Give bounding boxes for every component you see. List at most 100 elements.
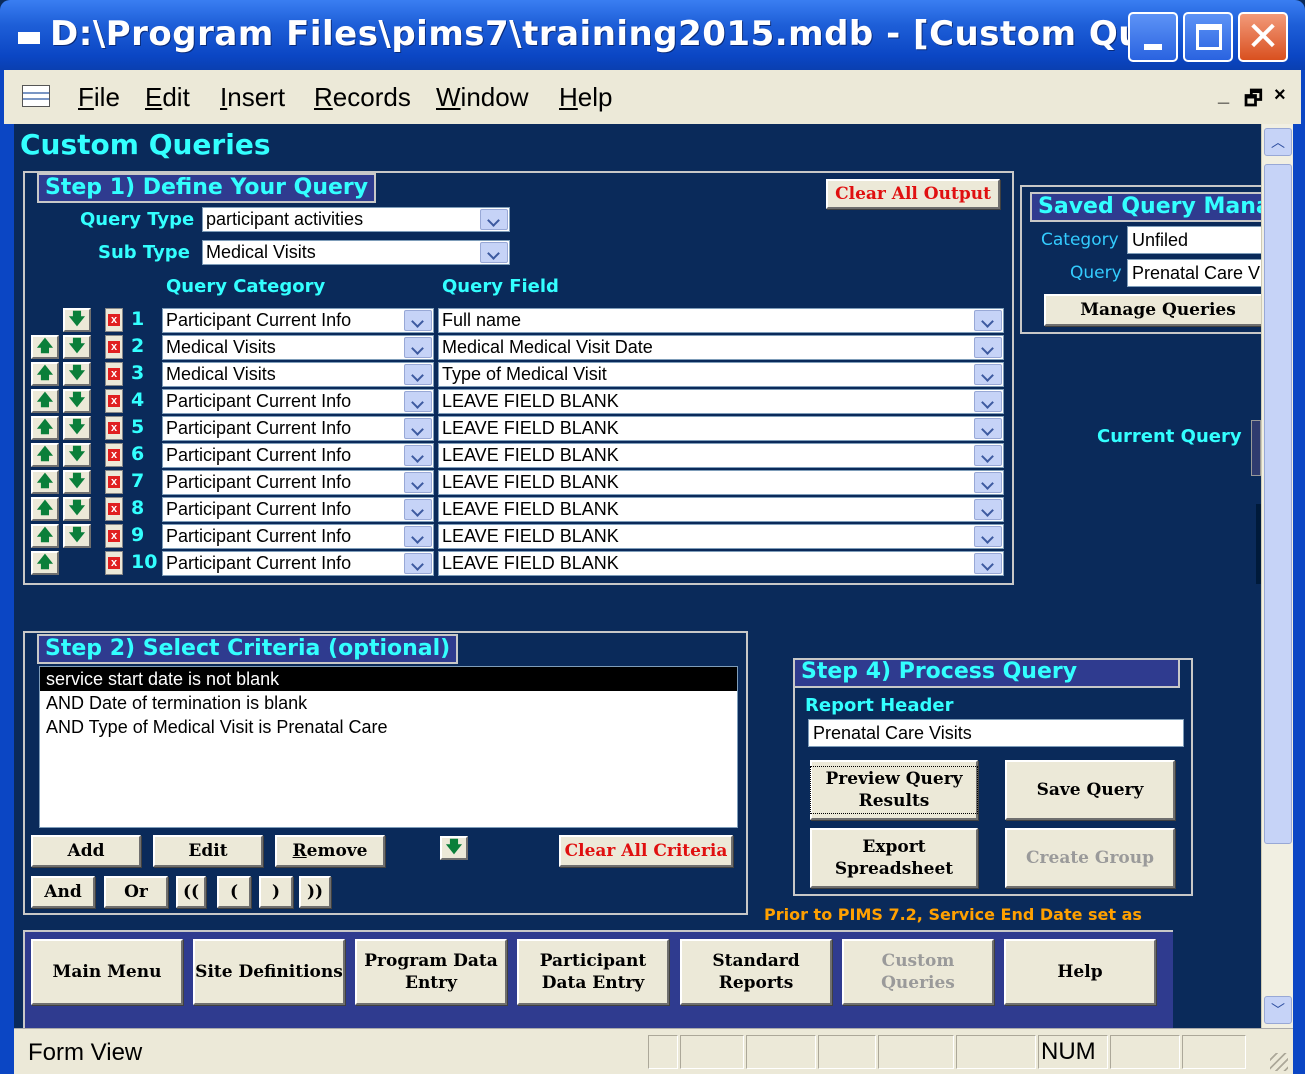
- save-query-button[interactable]: Save Query: [1005, 760, 1175, 820]
- chevron-down-icon[interactable]: [404, 553, 432, 574]
- query-category-select[interactable]: Participant Current Info: [162, 389, 434, 414]
- chevron-down-icon[interactable]: [480, 209, 508, 230]
- query-category-select[interactable]: Participant Current Info: [162, 443, 434, 468]
- edit-criteria-button[interactable]: Edit: [153, 835, 263, 867]
- report-header-field[interactable]: Prenatal Care Visits: [808, 719, 1184, 747]
- chevron-down-icon[interactable]: [404, 445, 432, 466]
- standard-reports-button[interactable]: Standard Reports: [680, 939, 832, 1005]
- mdi-close-button[interactable]: ×: [1274, 84, 1286, 107]
- move-down-button[interactable]: 🡇: [63, 362, 91, 386]
- move-up-button[interactable]: 🡅: [31, 335, 59, 359]
- query-field-select[interactable]: LEAVE FIELD BLANK: [438, 524, 1004, 549]
- query-category-select[interactable]: Medical Visits: [162, 335, 434, 360]
- main-menu-button[interactable]: Main Menu: [31, 939, 183, 1005]
- minimize-button[interactable]: [1128, 12, 1178, 62]
- query-category-select[interactable]: Participant Current Info: [162, 308, 434, 333]
- chevron-down-icon[interactable]: [974, 391, 1002, 412]
- saved-category-field[interactable]: Unfiled: [1127, 226, 1261, 254]
- move-down-button[interactable]: 🡇: [63, 524, 91, 548]
- move-up-button[interactable]: 🡅: [31, 524, 59, 548]
- move-down-button[interactable]: 🡇: [63, 470, 91, 494]
- chevron-down-icon[interactable]: [974, 310, 1002, 331]
- move-down-button[interactable]: 🡇: [440, 836, 468, 860]
- move-up-button[interactable]: 🡅: [31, 389, 59, 413]
- list-item[interactable]: AND Type of Medical Visit is Prenatal Ca…: [40, 715, 737, 739]
- chevron-down-icon[interactable]: [974, 526, 1002, 547]
- scroll-thumb[interactable]: [1264, 164, 1292, 844]
- delete-row-button[interactable]: x: [105, 524, 123, 548]
- delete-row-button[interactable]: x: [105, 470, 123, 494]
- chevron-down-icon[interactable]: [974, 499, 1002, 520]
- criteria-list[interactable]: service start date is not blank AND Date…: [39, 666, 738, 828]
- delete-row-button[interactable]: x: [105, 443, 123, 467]
- chevron-down-icon[interactable]: [974, 445, 1002, 466]
- query-field-select[interactable]: Type of Medical Visit: [438, 362, 1004, 387]
- chevron-down-icon[interactable]: [974, 364, 1002, 385]
- resize-grip-icon[interactable]: [1270, 1053, 1288, 1071]
- open-paren-button[interactable]: (: [217, 876, 251, 908]
- query-field-select[interactable]: LEAVE FIELD BLANK: [438, 551, 1004, 576]
- menu-edit[interactable]: Edit: [145, 82, 190, 113]
- chevron-down-icon[interactable]: [404, 364, 432, 385]
- query-field-select[interactable]: Medical Medical Visit Date: [438, 335, 1004, 360]
- chevron-down-icon[interactable]: [404, 391, 432, 412]
- chevron-down-icon[interactable]: [480, 242, 508, 263]
- menu-insert[interactable]: Insert: [220, 82, 285, 113]
- menu-file[interactable]: File: [78, 82, 120, 113]
- close-paren-button[interactable]: ): [259, 876, 293, 908]
- move-down-button[interactable]: 🡇: [63, 389, 91, 413]
- clear-all-output-button[interactable]: Clear All Output: [826, 179, 1000, 209]
- remove-criteria-button[interactable]: Remove: [275, 835, 385, 867]
- form-icon[interactable]: [22, 85, 50, 107]
- query-category-select[interactable]: Medical Visits: [162, 362, 434, 387]
- move-up-button[interactable]: 🡅: [31, 416, 59, 440]
- system-menu-icon[interactable]: [18, 32, 40, 44]
- chevron-down-icon[interactable]: [974, 472, 1002, 493]
- menu-help[interactable]: Help: [559, 82, 612, 113]
- chevron-down-icon[interactable]: [404, 418, 432, 439]
- chevron-down-icon[interactable]: [404, 337, 432, 358]
- query-field-select[interactable]: Full name: [438, 308, 1004, 333]
- query-field-select[interactable]: LEAVE FIELD BLANK: [438, 389, 1004, 414]
- program-data-entry-button[interactable]: Program Data Entry: [355, 939, 507, 1005]
- or-button[interactable]: Or: [104, 876, 168, 908]
- move-down-button[interactable]: 🡇: [63, 443, 91, 467]
- delete-row-button[interactable]: x: [105, 308, 123, 332]
- preview-query-results-button[interactable]: Preview Query Results: [810, 760, 978, 820]
- query-category-select[interactable]: Participant Current Info: [162, 551, 434, 576]
- move-down-button[interactable]: 🡇: [63, 497, 91, 521]
- site-definitions-button[interactable]: Site Definitions: [193, 939, 345, 1005]
- scroll-down-icon[interactable]: ﹀: [1264, 996, 1292, 1024]
- delete-row-button[interactable]: x: [105, 416, 123, 440]
- delete-row-button[interactable]: x: [105, 335, 123, 359]
- saved-query-field[interactable]: Prenatal Care V: [1127, 259, 1261, 287]
- query-category-select[interactable]: Participant Current Info: [162, 524, 434, 549]
- delete-row-button[interactable]: x: [105, 497, 123, 521]
- move-down-button[interactable]: 🡇: [63, 416, 91, 440]
- delete-row-button[interactable]: x: [105, 362, 123, 386]
- chevron-down-icon[interactable]: [974, 418, 1002, 439]
- help-button[interactable]: Help: [1004, 939, 1156, 1005]
- chevron-down-icon[interactable]: [404, 472, 432, 493]
- move-up-button[interactable]: 🡅: [31, 362, 59, 386]
- export-spreadsheet-button[interactable]: Export Spreadsheet: [810, 828, 978, 888]
- manage-queries-button[interactable]: Manage Queries: [1044, 294, 1261, 326]
- and-button[interactable]: And: [31, 876, 95, 908]
- mdi-minimize-button[interactable]: _: [1218, 84, 1229, 107]
- query-field-select[interactable]: LEAVE FIELD BLANK: [438, 470, 1004, 495]
- double-open-paren-button[interactable]: ((: [176, 876, 206, 908]
- query-category-select[interactable]: Participant Current Info: [162, 470, 434, 495]
- chevron-down-icon[interactable]: [404, 499, 432, 520]
- move-up-button[interactable]: 🡅: [31, 443, 59, 467]
- move-up-button[interactable]: 🡅: [31, 551, 59, 575]
- double-close-paren-button[interactable]: )): [299, 876, 331, 908]
- mdi-restore-button[interactable]: 🗗: [1244, 84, 1263, 118]
- participant-data-entry-button[interactable]: Participant Data Entry: [517, 939, 669, 1005]
- vertical-scrollbar[interactable]: ︿ ﹀: [1261, 124, 1293, 1028]
- list-item[interactable]: AND Date of termination is blank: [40, 691, 737, 715]
- query-field-select[interactable]: LEAVE FIELD BLANK: [438, 416, 1004, 441]
- sub-type-select[interactable]: Medical Visits: [202, 240, 510, 265]
- query-category-select[interactable]: Participant Current Info: [162, 416, 434, 441]
- menu-window[interactable]: Window: [436, 82, 528, 113]
- query-field-select[interactable]: LEAVE FIELD BLANK: [438, 497, 1004, 522]
